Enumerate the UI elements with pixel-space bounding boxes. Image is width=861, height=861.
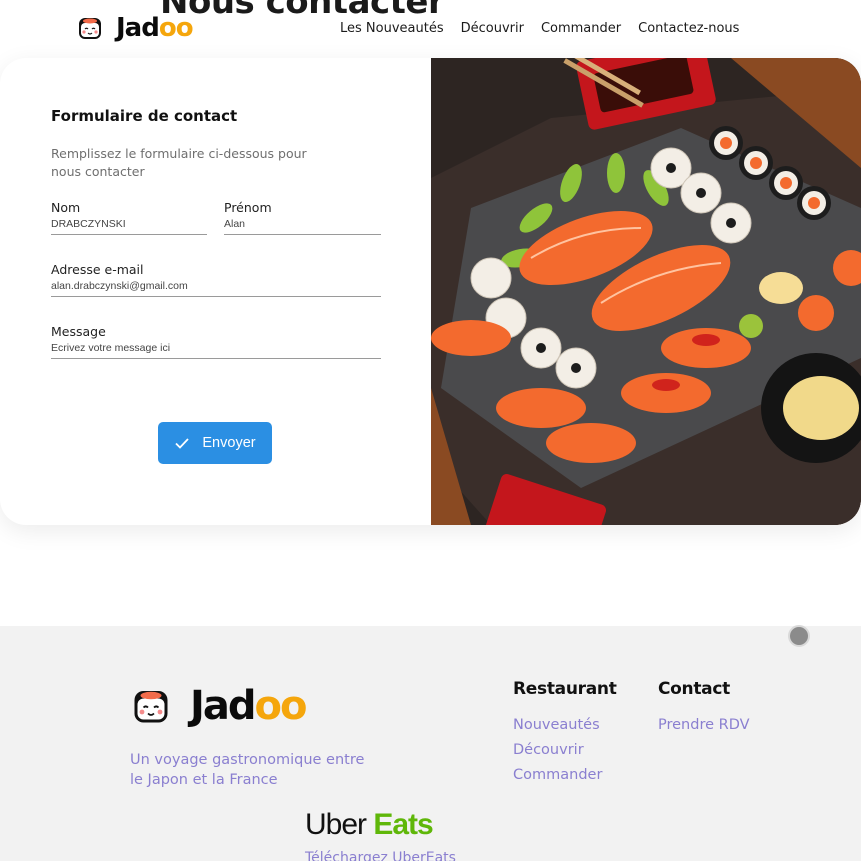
- form-title: Formulaire de contact: [51, 107, 238, 125]
- nav-contact[interactable]: Contactez-nous: [638, 21, 739, 36]
- message-field-group: Message Ecrivez votre message ici: [51, 324, 381, 359]
- restaurant-heading: Restaurant: [513, 679, 617, 699]
- prenom-input[interactable]: Alan: [224, 218, 381, 235]
- email-label: Adresse e-mail: [51, 262, 144, 277]
- sushi-platter-image: [431, 58, 861, 525]
- site-footer: Jadoo Un voyage gastronomique entre le J…: [0, 626, 861, 861]
- email-field-group: Adresse e-mail alan.drabczynski@gmail.co…: [51, 262, 381, 297]
- section-heading: Nous contacter: [160, 0, 445, 22]
- contact-heading: Contact: [658, 679, 730, 699]
- nom-input[interactable]: DRABCZYNSKI: [51, 218, 207, 235]
- footer-link-nouveautes[interactable]: Nouveautés: [513, 717, 617, 733]
- nom-field-group: Nom DRABCZYNSKI: [51, 200, 207, 235]
- footer-restaurant-column: Restaurant Nouveautés Découvrir Commande…: [513, 679, 617, 792]
- message-label: Message: [51, 324, 106, 339]
- message-input[interactable]: Ecrivez votre message ici: [51, 342, 381, 359]
- nav-decouvrir[interactable]: Découvrir: [461, 21, 524, 36]
- site-header: Nous contacter Jadoo Les Nouveautés Déco…: [0, 0, 861, 60]
- contact-card: Formulaire de contact Remplissez le form…: [0, 58, 861, 525]
- prenom-label: Prénom: [224, 200, 272, 215]
- main-nav: Les Nouveautés Découvrir Commander Conta…: [340, 21, 756, 36]
- form-subtitle: Remplissez le formulaire ci-dessous pour…: [51, 146, 307, 179]
- ubereats-download-link[interactable]: Téléchargez UberEats: [305, 850, 456, 861]
- check-icon: [175, 438, 190, 449]
- footer-link-rdv[interactable]: Prendre RDV: [658, 717, 750, 733]
- send-button-label: Envoyer: [202, 435, 256, 451]
- nom-label: Nom: [51, 200, 81, 215]
- sushi-logo-icon: [134, 691, 168, 723]
- footer-brand-name: Jadoo: [190, 683, 307, 729]
- footer-link-decouvrir[interactable]: Découvrir: [513, 742, 617, 758]
- ubereats-logo[interactable]: Uber Eats: [305, 808, 434, 842]
- header-logo[interactable]: Jadoo: [76, 13, 194, 43]
- footer-link-commander[interactable]: Commander: [513, 767, 617, 783]
- nav-nouveautes[interactable]: Les Nouveautés: [340, 21, 444, 36]
- contact-form: Formulaire de contact Remplissez le form…: [0, 58, 431, 525]
- footer-tagline: Un voyage gastronomique entre le Japon e…: [130, 752, 365, 788]
- nav-commander[interactable]: Commander: [541, 21, 621, 36]
- email-input[interactable]: alan.drabczynski@gmail.com: [51, 280, 381, 297]
- prenom-field-group: Prénom Alan: [224, 200, 381, 235]
- footer-contact-column: Contact Prendre RDV: [658, 679, 750, 742]
- brand-name: Jadoo: [116, 13, 194, 43]
- footer-logo[interactable]: Jadoo: [130, 683, 307, 729]
- send-button[interactable]: Envoyer: [158, 422, 272, 464]
- scroll-to-top-button[interactable]: [788, 625, 810, 647]
- sushi-logo-icon: [79, 18, 101, 39]
